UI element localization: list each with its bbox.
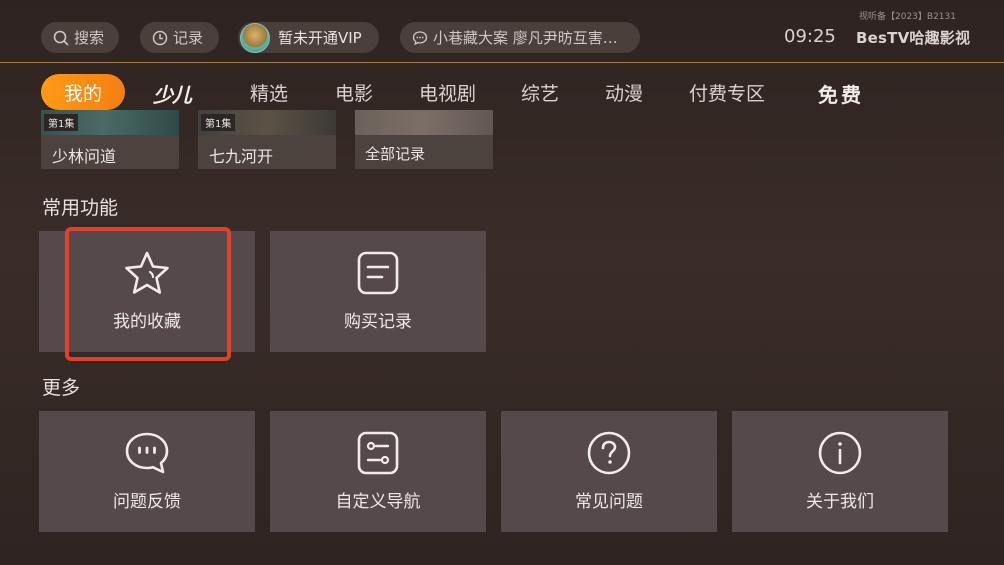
tab-anime[interactable]: 动漫 bbox=[605, 79, 643, 106]
all-history-button[interactable]: 全部记录 bbox=[355, 110, 493, 169]
tab-movies[interactable]: 电影 bbox=[335, 79, 373, 106]
ticker-text: 小巷藏大案 廖凡尹昉互害… bbox=[433, 29, 618, 47]
tab-kids[interactable]: 少儿 bbox=[153, 79, 192, 108]
record-button[interactable]: 记录 bbox=[140, 22, 219, 53]
history-item[interactable]: 第1集 少林问道 bbox=[41, 110, 179, 169]
feedback-tile[interactable]: 问题反馈 bbox=[39, 411, 255, 532]
purchase-records-tile[interactable]: 购买记录 bbox=[270, 231, 486, 352]
episode-badge: 第1集 bbox=[44, 114, 79, 131]
tile-label: 常见问题 bbox=[575, 492, 643, 512]
tab-free[interactable]: 免费 bbox=[818, 79, 864, 108]
tile-label: 问题反馈 bbox=[113, 492, 181, 512]
history-item[interactable]: 第1集 七九河开 bbox=[198, 110, 336, 169]
tab-mine[interactable]: 我的 bbox=[41, 74, 125, 110]
chat-icon bbox=[123, 430, 171, 476]
faq-tile[interactable]: 常见问题 bbox=[501, 411, 717, 532]
license-text: 视听备【2023】B2131 bbox=[859, 12, 956, 22]
history-thumbnail bbox=[355, 110, 493, 135]
message-ticker[interactable]: 小巷藏大案 廖凡尹昉互害… bbox=[400, 22, 640, 53]
clock-icon bbox=[152, 30, 168, 45]
search-icon bbox=[53, 30, 69, 46]
about-tile[interactable]: 关于我们 bbox=[732, 411, 948, 532]
record-label: 记录 bbox=[173, 29, 204, 47]
tile-label: 购买记录 bbox=[344, 312, 412, 332]
vip-label: 暂未开通VIP bbox=[278, 29, 362, 47]
history-title: 全部记录 bbox=[365, 145, 426, 163]
question-icon bbox=[586, 430, 632, 476]
list-icon bbox=[356, 250, 400, 296]
section-title-common: 常用功能 bbox=[42, 197, 119, 219]
info-icon bbox=[817, 430, 863, 476]
episode-badge: 第1集 bbox=[201, 114, 236, 131]
focus-highlight bbox=[65, 227, 231, 361]
search-label: 搜索 bbox=[74, 29, 105, 47]
tab-tv-series[interactable]: 电视剧 bbox=[419, 79, 476, 106]
tile-label: 自定义导航 bbox=[335, 492, 421, 512]
sliders-icon bbox=[356, 430, 400, 476]
custom-nav-tile[interactable]: 自定义导航 bbox=[270, 411, 486, 532]
vip-button[interactable]: 暂未开通VIP bbox=[238, 22, 379, 53]
header-divider bbox=[0, 62, 1004, 63]
history-title: 七九河开 bbox=[209, 147, 274, 166]
message-icon bbox=[412, 30, 428, 45]
history-title: 少林问道 bbox=[52, 147, 117, 166]
section-title-more: 更多 bbox=[42, 377, 81, 399]
tile-label: 关于我们 bbox=[806, 492, 874, 512]
tab-variety[interactable]: 综艺 bbox=[521, 79, 559, 106]
brand-logo: BesTV哈趣影视 bbox=[856, 29, 971, 47]
search-button[interactable]: 搜索 bbox=[41, 22, 119, 53]
avatar bbox=[240, 22, 270, 53]
tab-featured[interactable]: 精选 bbox=[250, 79, 288, 106]
tab-paid[interactable]: 付费专区 bbox=[689, 79, 765, 106]
clock: 09:25 bbox=[784, 26, 836, 47]
